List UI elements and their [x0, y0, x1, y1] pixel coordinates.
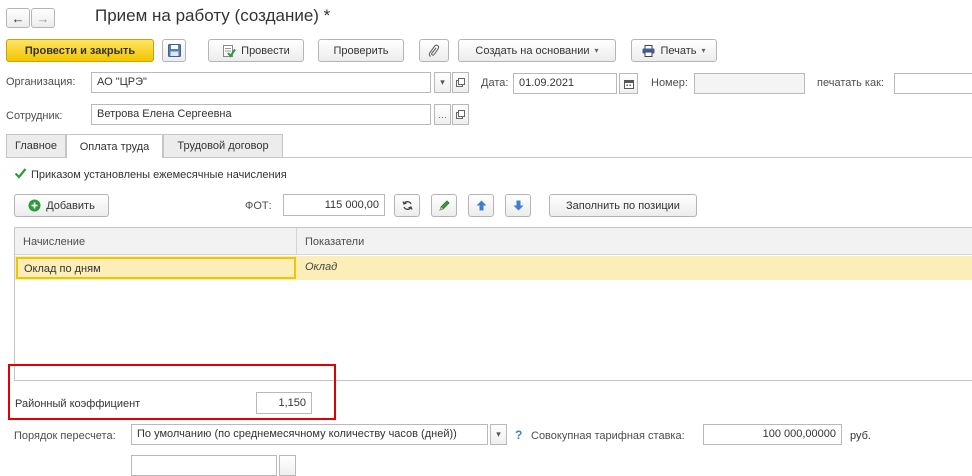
check-button[interactable]: Проверить [318, 39, 404, 62]
ellipsis-icon: … [438, 109, 447, 120]
save-button[interactable] [162, 39, 186, 62]
print-label: Печать [660, 44, 697, 57]
check-label: Проверить [333, 44, 389, 57]
organization-label: Организация: [6, 76, 76, 88]
column-header-indicators[interactable]: Показатели [305, 236, 364, 248]
date-label: Дата: [481, 77, 509, 89]
post-button[interactable]: Провести [208, 39, 304, 62]
post-document-icon [223, 44, 236, 58]
calendar-icon [623, 79, 634, 89]
post-label: Провести [241, 44, 290, 57]
chevron-down-icon: ▾ [496, 429, 501, 439]
calendar-button[interactable] [619, 73, 638, 94]
organization-open-button[interactable] [452, 72, 469, 93]
move-down-button[interactable] [505, 194, 531, 217]
tab-payment-label: Оплата труда [79, 140, 150, 153]
add-label: Добавить [46, 199, 95, 212]
tab-labor-contract-label: Трудовой договор [177, 140, 269, 152]
open-window-icon [456, 110, 465, 119]
total-rate-label: Совокупная тарифная ставка: [531, 430, 685, 442]
page-title: Прием на работу (создание) * [95, 6, 331, 25]
accrual-cell-text: Оклад по дням [24, 263, 101, 275]
refresh-icon [401, 201, 413, 210]
forward-button[interactable]: → [31, 8, 55, 28]
employee-open-button[interactable] [452, 104, 469, 125]
back-arrow-icon: ← [11, 10, 25, 26]
next-row-dropdown-button[interactable] [279, 455, 296, 476]
organization-dropdown-button[interactable]: ▾ [434, 72, 451, 93]
recalc-select[interactable]: По умолчанию (по среднемесячному количес… [131, 424, 488, 445]
open-window-icon [456, 78, 465, 87]
next-row-field[interactable] [131, 455, 277, 476]
fot-field[interactable]: 115 000,00 [283, 194, 385, 216]
chevron-down-icon: ▾ [440, 77, 445, 87]
tab-labor-contract[interactable]: Трудовой договор [163, 134, 283, 157]
column-header-accrual[interactable]: Начисление [23, 236, 85, 248]
recalc-label: Порядок пересчета: [14, 430, 116, 442]
printer-icon [642, 44, 655, 57]
chevron-down-icon: ▾ [701, 46, 706, 55]
tab-payment[interactable]: Оплата труда [66, 134, 163, 158]
arrow-up-icon [476, 200, 486, 211]
help-icon[interactable]: ? [515, 428, 522, 442]
fill-by-position-button[interactable]: Заполнить по позиции [549, 194, 697, 217]
number-field[interactable] [694, 73, 805, 94]
monthly-accruals-label: Приказом установлены ежемесячные начисле… [31, 169, 287, 181]
paperclip-icon [428, 44, 440, 57]
table-row[interactable]: Оклад по дням Оклад [15, 256, 972, 280]
post-and-close-button[interactable]: Провести и закрыть [6, 39, 154, 62]
edit-button[interactable] [431, 194, 457, 217]
column-divider [296, 228, 297, 255]
print-as-label: печатать как: [817, 77, 884, 89]
recalc-dropdown-button[interactable]: ▾ [490, 424, 507, 445]
tab-main-label: Главное [14, 140, 58, 152]
date-field[interactable]: 01.09.2021 [513, 73, 617, 94]
accruals-table: Начисление Показатели Оклад по дням Окла… [14, 227, 972, 381]
refresh-button[interactable] [394, 194, 420, 217]
back-button[interactable]: ← [6, 8, 30, 28]
print-as-field[interactable] [894, 73, 972, 94]
fot-label: ФОТ: [245, 200, 272, 212]
post-and-close-label: Провести и закрыть [24, 44, 136, 57]
regional-coefficient-label: Районный коэффициент [15, 398, 141, 410]
move-up-button[interactable] [468, 194, 494, 217]
employee-field[interactable]: Ветрова Елена Сергеевна [91, 104, 431, 125]
create-based-on-button[interactable]: Создать на основании ▾ [458, 39, 616, 62]
floppy-disk-icon [167, 44, 181, 57]
number-label: Номер: [651, 77, 688, 89]
regional-coefficient-field[interactable]: 1,150 [256, 392, 312, 414]
create-based-on-label: Создать на основании [475, 44, 590, 57]
employee-label: Сотрудник: [6, 110, 63, 122]
indicators-cell[interactable]: Оклад [305, 261, 337, 273]
attachments-button[interactable] [419, 39, 449, 62]
fill-by-position-label: Заполнить по позиции [566, 199, 680, 212]
pencil-icon [439, 199, 450, 211]
organization-field[interactable]: АО "ЦРЭ" [91, 72, 431, 93]
currency-label: руб. [850, 430, 871, 442]
employee-select-button[interactable]: … [434, 104, 451, 125]
forward-arrow-icon: → [36, 10, 50, 26]
monthly-accruals-checkbox[interactable] [14, 167, 27, 180]
checkmark-icon [14, 168, 27, 179]
chevron-down-icon: ▾ [594, 46, 599, 55]
print-button[interactable]: Печать ▾ [631, 39, 717, 62]
arrow-down-icon [513, 200, 523, 211]
table-header: Начисление Показатели [15, 228, 972, 255]
tab-main[interactable]: Главное [6, 134, 66, 157]
add-button[interactable]: Добавить [14, 194, 109, 217]
accrual-cell[interactable]: Оклад по дням [16, 257, 296, 279]
plus-circle-icon [28, 199, 41, 212]
total-rate-field[interactable]: 100 000,00000 [703, 424, 842, 445]
